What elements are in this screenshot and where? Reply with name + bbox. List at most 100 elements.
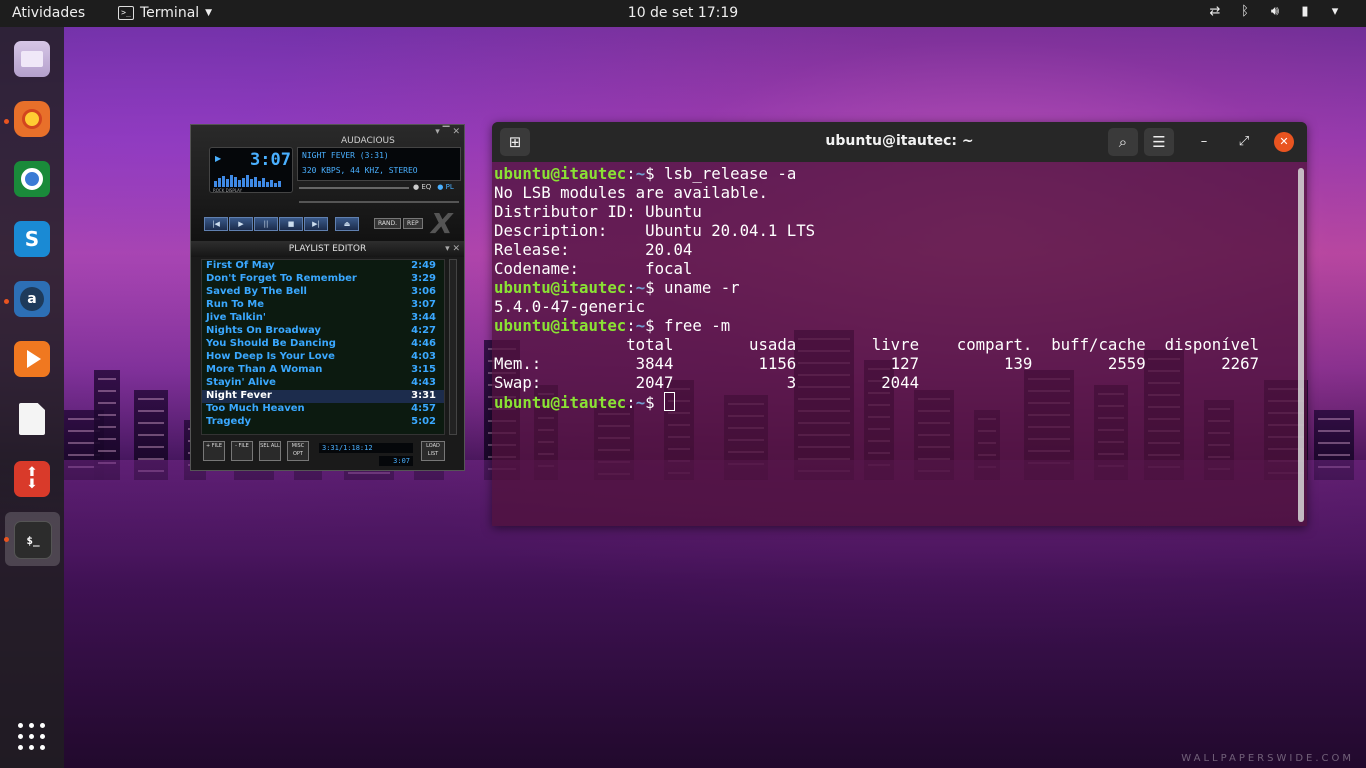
terminal-scrollbar[interactable] — [1298, 168, 1304, 522]
battery-icon[interactable]: ▮ — [1296, 4, 1314, 19]
playlist-item-title: Jive Talkin' — [206, 312, 266, 323]
playlist-item-title: Run To Me — [206, 299, 264, 310]
audacious-window-controls[interactable]: ▾ ▔ ✕ — [435, 127, 460, 137]
eject-button[interactable]: ⏏ — [335, 217, 359, 231]
playlist-item-title: Tragedy — [206, 416, 252, 427]
add-file-button[interactable]: + FILE — [203, 441, 225, 461]
playlist-item[interactable]: You Should Be Dancing 4:46 — [202, 338, 444, 351]
seek-bar[interactable] — [299, 201, 459, 203]
terminal-line: Description: Ubuntu 20.04.1 LTS — [494, 221, 816, 240]
playlist[interactable]: First Of May 2:49 Don't Forget To Remember… — [201, 259, 445, 435]
playlist-scrollbar[interactable] — [449, 259, 457, 435]
audacious-title: AUDACIOUS — [341, 136, 395, 146]
playlist-item[interactable]: First Of May 2:49 — [202, 260, 444, 273]
minimize-button[interactable]: – — [1194, 132, 1214, 152]
eq-toggle[interactable]: ● EQ — [413, 183, 431, 191]
playlist-item[interactable]: Stayin' Alive 4:43 — [202, 377, 444, 390]
playlist-window-controls[interactable]: ▾ ✕ — [445, 241, 460, 257]
command-text — [655, 393, 664, 412]
text-cursor — [664, 392, 676, 411]
audacious-window[interactable]: AUDACIOUS ▾ ▔ ✕ ▶ 3:07 ROCK DISPLAY NIGH… — [190, 124, 465, 471]
files-icon[interactable] — [14, 41, 50, 77]
playlist-item[interactable]: Saved By The Bell 3:06 — [202, 286, 444, 299]
playlist-item-title: Too Much Heaven — [206, 403, 305, 414]
repeat-button[interactable]: REP — [403, 218, 423, 229]
prompt-dollar: $ — [645, 278, 655, 297]
terminal-line: Release: 20.04 — [494, 240, 693, 259]
bluetooth-icon[interactable]: ᛒ — [1236, 4, 1254, 19]
close-button[interactable]: ✕ — [1274, 132, 1294, 152]
menu-button[interactable]: ☰ — [1144, 128, 1174, 156]
wallpaper-window-lights — [138, 422, 164, 424]
playlist-item-duration: 4:43 — [411, 377, 436, 388]
select-all-button[interactable]: SEL ALL — [259, 441, 281, 461]
prompt-user-host: ubuntu@itautec — [494, 316, 627, 335]
playlist-item-duration: 4:27 — [411, 325, 436, 336]
terminal-icon[interactable]: $_ — [14, 521, 52, 559]
remove-file-button[interactable]: - FILE — [231, 441, 253, 461]
stop-button[interactable]: ■ — [279, 217, 303, 231]
playlist-item-title: Stayin' Alive — [206, 377, 276, 388]
volume-balance-slider[interactable] — [299, 187, 409, 189]
terminal-line: ubuntu@itautec:~$ — [494, 392, 1293, 412]
clock[interactable]: 10 de set 17:19 — [0, 5, 1366, 21]
top-bar: Atividades >_ Terminal ▼ 10 de set 17:19… — [0, 0, 1366, 27]
network-icon[interactable]: ⇄ — [1206, 4, 1224, 19]
amazon-icon[interactable]: a — [14, 281, 50, 317]
misc-options-button[interactable]: MISC OPT — [287, 441, 309, 461]
playlist-item[interactable]: How Deep Is Your Love 4:03 — [202, 351, 444, 364]
wallpaper-window-lights — [98, 402, 116, 404]
playlist-item[interactable]: Tragedy 5:02 — [202, 416, 444, 429]
song-info-display: NIGHT FEVER (3:31) 320 KBPS, 44 KHZ, STE… — [297, 147, 461, 181]
playlist-item-duration: 3:07 — [411, 299, 436, 310]
playlist-item[interactable]: Night Fever 3:31 — [202, 390, 444, 403]
terminal-headerbar: ⊞ ubuntu@itautec: ~ ⌕ ☰ – ⤢ ✕ — [492, 122, 1307, 162]
system-tray[interactable]: ⇄ ᛒ 🔊︎ ▮ ▾ — [1206, 4, 1344, 19]
power-menu-icon[interactable]: ▾ — [1326, 4, 1344, 19]
pause-button[interactable]: || — [254, 217, 278, 231]
terminal-title: ubuntu@itautec: ~ — [825, 133, 974, 149]
wallpaper-window-lights — [1318, 418, 1350, 420]
playlist-item[interactable]: Run To Me 3:07 — [202, 299, 444, 312]
show-applications-icon[interactable] — [18, 723, 46, 751]
command-text: lsb_release -a — [654, 164, 797, 183]
terminal-output[interactable]: ubuntu@itautec:~$ lsb_release -a No LSB m… — [494, 164, 1293, 526]
playlist-item[interactable]: More Than A Woman 3:15 — [202, 364, 444, 377]
libreoffice-icon[interactable] — [14, 401, 50, 437]
prompt-user-host: ubuntu@itautec — [494, 278, 627, 297]
playlist-item-title: Night Fever — [206, 390, 272, 401]
pl-toggle[interactable]: ● PL — [437, 183, 453, 191]
shuffle-button[interactable]: RAND. — [374, 218, 402, 229]
wallpaper-window-lights — [98, 378, 116, 380]
playlist-item[interactable]: Too Much Heaven 4:57 — [202, 403, 444, 416]
eq-pl-toggles[interactable]: ● EQ ● PL — [413, 183, 454, 191]
volume-icon[interactable]: 🔊︎ — [1266, 4, 1284, 19]
transport-controls: |◀ ▶ || ■ ▶| ⏏ — [204, 217, 359, 231]
updater-icon[interactable]: ⬆ ⬇ — [14, 461, 50, 497]
skype-icon[interactable]: S — [14, 221, 50, 257]
audacious-icon[interactable] — [14, 341, 50, 377]
play-button[interactable]: ▶ — [229, 217, 253, 231]
skin-logo: X — [431, 207, 453, 240]
playlist-item[interactable]: Jive Talkin' 3:44 — [202, 312, 444, 325]
playlist-item-title: Saved By The Bell — [206, 286, 307, 297]
eq-label: EQ — [421, 183, 432, 191]
time-display[interactable]: ▶ 3:07 ROCK DISPLAY — [209, 147, 293, 193]
search-button[interactable]: ⌕ — [1108, 128, 1138, 156]
firefox-icon[interactable] — [14, 101, 50, 137]
playlist-item-duration: 3:44 — [411, 312, 436, 323]
maximize-button[interactable]: ⤢ — [1234, 132, 1254, 152]
previous-button[interactable]: |◀ — [204, 217, 228, 231]
next-button[interactable]: ▶| — [304, 217, 328, 231]
playlist-item[interactable]: Don't Forget To Remember 3:29 — [202, 273, 444, 286]
load-list-button[interactable]: LOAD LIST — [421, 441, 445, 461]
terminal-window[interactable]: ⊞ ubuntu@itautec: ~ ⌕ ☰ – ⤢ ✕ ubuntu@ita… — [492, 122, 1307, 526]
chrome-icon[interactable] — [14, 161, 50, 197]
playlist-item-title: Nights On Broadway — [206, 325, 321, 336]
wallpaper-window-lights — [138, 410, 164, 412]
wallpaper-window-lights — [138, 446, 164, 448]
running-indicator — [4, 299, 9, 304]
playlist-item[interactable]: Nights On Broadway 4:27 — [202, 325, 444, 338]
playlist-footer-buttons: + FILE - FILE SEL ALL MISC OPT — [203, 441, 309, 461]
prompt-separator: : — [626, 393, 636, 412]
